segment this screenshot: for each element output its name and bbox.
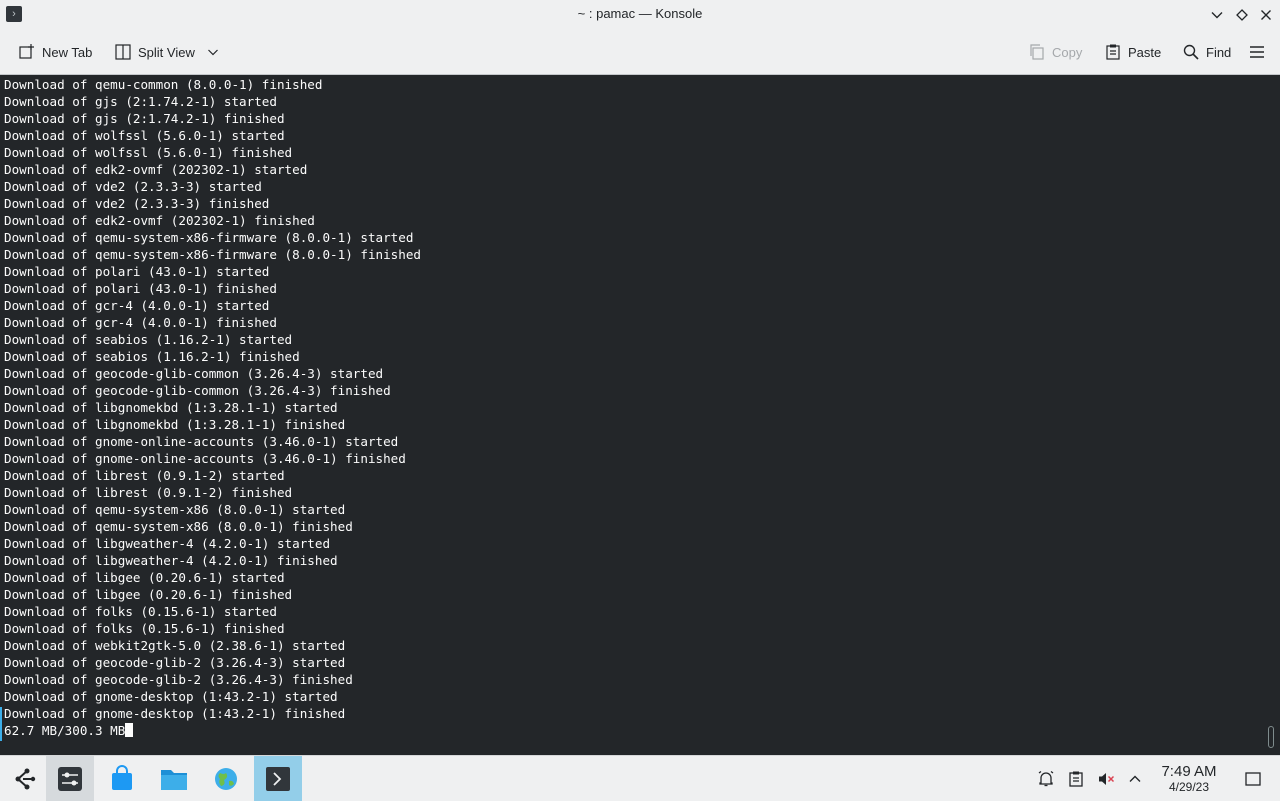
- hamburger-menu-icon: [1248, 43, 1266, 61]
- terminal-line: Download of gcr-4 (4.0.0-1) started: [4, 298, 270, 313]
- new-tab-label: New Tab: [42, 44, 93, 60]
- application-launcher-button[interactable]: [0, 756, 48, 801]
- minimize-button[interactable]: [1207, 5, 1227, 25]
- terminal-line: Download of edk2-ovmf (202302-1) finishe…: [4, 213, 315, 228]
- taskbar-discover[interactable]: [98, 756, 146, 801]
- globe-icon: [215, 767, 237, 790]
- find-label: Find: [1206, 44, 1232, 60]
- terminal-line: Download of gjs (2:1.74.2-1) started: [4, 94, 277, 109]
- terminal-line: Download of qemu-system-x86 (8.0.0-1) fi…: [4, 519, 353, 534]
- taskbar-web-browser[interactable]: [202, 756, 250, 801]
- toolbar: New Tab Split View Copy Paste Find: [0, 30, 1280, 75]
- terminal-line: Download of gnome-desktop (1:43.2-1) fin…: [4, 706, 346, 721]
- terminal-line: Download of gnome-online-accounts (3.46.…: [4, 434, 399, 449]
- volume-muted-icon: [1099, 773, 1115, 785]
- terminal-view[interactable]: Download of qemu-common (8.0.0-1) finish…: [0, 75, 1262, 755]
- split-view-icon: [114, 43, 132, 61]
- close-button[interactable]: [1256, 5, 1276, 25]
- terminal-line: Download of polari (43.0-1) started: [4, 264, 270, 279]
- terminal-line: Download of gnome-desktop (1:43.2-1) sta…: [4, 689, 338, 704]
- terminal-line: Download of qemu-system-x86-firmware (8.…: [4, 247, 422, 262]
- paste-button[interactable]: Paste: [1100, 38, 1165, 66]
- terminal-line: Download of gjs (2:1.74.2-1) finished: [4, 111, 285, 126]
- terminal-line: Download of geocode-glib-2 (3.26.4-3) st…: [4, 655, 346, 670]
- current-line-marker: [0, 707, 2, 741]
- terminal-line: Download of webkit2gtk-5.0 (2.38.6-1) st…: [4, 638, 346, 653]
- terminal-line: Download of geocode-glib-common (3.26.4-…: [4, 383, 391, 398]
- terminal-line: Download of qemu-system-x86 (8.0.0-1) st…: [4, 502, 346, 517]
- clipboard-icon: [1069, 771, 1083, 787]
- terminal-cursor: [125, 723, 134, 737]
- terminal-output: Download of qemu-common (8.0.0-1) finish…: [4, 76, 421, 739]
- terminal-line: Download of seabios (1.16.2-1) finished: [4, 349, 300, 364]
- close-icon: [1261, 10, 1271, 20]
- diamond-icon: [1236, 9, 1248, 21]
- launcher-icon: [15, 768, 36, 789]
- terminal-line: Download of edk2-ovmf (202302-1) started: [4, 162, 308, 177]
- settings-sliders-icon: [58, 766, 82, 791]
- terminal-line: Download of libgweather-4 (4.2.0-1) fini…: [4, 553, 338, 568]
- taskbar-dolphin[interactable]: [150, 756, 198, 801]
- terminal-icon: [266, 766, 290, 791]
- search-icon: [1182, 43, 1200, 61]
- taskbar: 7:49 AM 4/29/23: [0, 755, 1280, 801]
- terminal-line: Download of qemu-system-x86-firmware (8.…: [4, 230, 414, 245]
- chevron-down-icon: [1211, 12, 1223, 19]
- terminal-line: Download of vde2 (2.3.3-3) started: [4, 179, 262, 194]
- terminal-progress-line: 62.7 MB/300.3 MB: [4, 722, 421, 739]
- title-bar: › ~ : pamac — Konsole: [0, 0, 1280, 30]
- terminal-line: Download of folks (0.15.6-1) started: [4, 604, 277, 619]
- show-desktop-icon: [1245, 772, 1261, 786]
- paste-label: Paste: [1128, 44, 1162, 60]
- terminal-line: Download of wolfssl (5.6.0-1) started: [4, 128, 285, 143]
- terminal-line: Download of gcr-4 (4.0.0-1) finished: [4, 315, 277, 330]
- terminal-line: Download of wolfssl (5.6.0-1) finished: [4, 145, 293, 160]
- terminal-scrollbar[interactable]: [1262, 75, 1280, 755]
- taskbar-konsole[interactable]: [254, 756, 302, 801]
- digital-clock[interactable]: 7:49 AM 4/29/23: [1152, 763, 1226, 794]
- terminal-line: Download of libgweather-4 (4.2.0-1) star…: [4, 536, 331, 551]
- hamburger-menu-button[interactable]: [1244, 38, 1270, 66]
- paste-icon: [1104, 43, 1122, 61]
- notifications-tray-button[interactable]: [1036, 769, 1056, 789]
- terminal-line: Download of vde2 (2.3.3-3) finished: [4, 196, 270, 211]
- terminal-line: Download of geocode-glib-common (3.26.4-…: [4, 366, 384, 381]
- split-view-label: Split View: [138, 44, 195, 60]
- show-desktop-button[interactable]: [1243, 769, 1263, 789]
- alarm-bell-icon: [1038, 770, 1054, 787]
- clipboard-tray-button[interactable]: [1066, 769, 1086, 789]
- progress-text: 62.7 MB/300.3 MB: [4, 723, 126, 738]
- taskbar-system-settings[interactable]: [46, 756, 94, 801]
- window-title: ~ : pamac — Konsole: [577, 6, 703, 21]
- terminal-line: Download of librest (0.9.1-2) finished: [4, 485, 293, 500]
- terminal-line: Download of folks (0.15.6-1) finished: [4, 621, 285, 636]
- terminal-line: Download of gnome-online-accounts (3.46.…: [4, 451, 406, 466]
- clock-time: 7:49 AM: [1161, 763, 1217, 780]
- terminal-line: Download of libgnomekbd (1:3.28.1-1) sta…: [4, 400, 338, 415]
- chevron-down-icon[interactable]: [207, 46, 219, 58]
- find-button[interactable]: Find: [1178, 38, 1235, 66]
- maximize-button[interactable]: [1232, 5, 1252, 25]
- shopping-bag-icon: [112, 764, 132, 790]
- copy-label: Copy: [1052, 44, 1083, 60]
- terminal-line: Download of libgee (0.20.6-1) finished: [4, 587, 293, 602]
- terminal-line: Download of librest (0.9.1-2) started: [4, 468, 285, 483]
- clock-date: 4/29/23: [1168, 780, 1210, 794]
- folder-icon: [161, 769, 187, 790]
- chevron-up-icon: [1129, 775, 1141, 782]
- volume-tray-button[interactable]: [1096, 769, 1116, 789]
- split-view-button[interactable]: Split View: [110, 38, 223, 66]
- scrollbar-thumb[interactable]: [1268, 726, 1274, 748]
- terminal-line: Download of polari (43.0-1) finished: [4, 281, 277, 296]
- new-tab-button[interactable]: New Tab: [14, 38, 96, 66]
- terminal-line: Download of geocode-glib-2 (3.26.4-3) fi…: [4, 672, 353, 687]
- copy-icon: [1028, 43, 1046, 61]
- terminal-line: Download of qemu-common (8.0.0-1) finish…: [4, 77, 323, 92]
- new-tab-icon: [18, 43, 36, 61]
- terminal-line: Download of libgnomekbd (1:3.28.1-1) fin…: [4, 417, 346, 432]
- copy-button[interactable]: Copy: [1024, 38, 1086, 66]
- tray-expand-button[interactable]: [1125, 769, 1145, 789]
- terminal-line: Download of seabios (1.16.2-1) started: [4, 332, 293, 347]
- terminal-line: Download of libgee (0.20.6-1) started: [4, 570, 285, 585]
